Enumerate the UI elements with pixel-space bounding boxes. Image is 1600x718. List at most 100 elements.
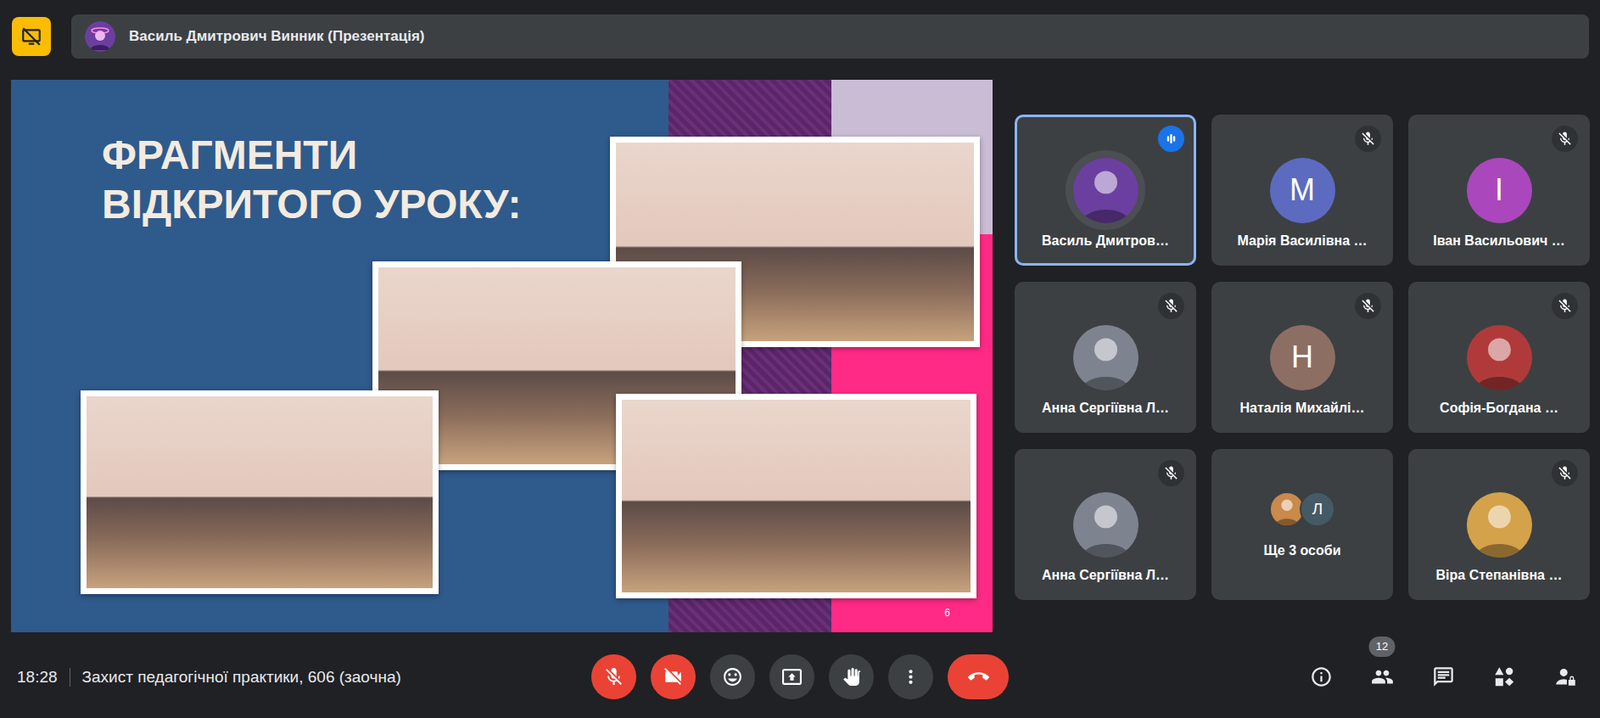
person-photo-icon	[1270, 492, 1304, 526]
mic-button[interactable]	[591, 654, 637, 700]
participant-name: Віра Степанівна …	[1426, 566, 1573, 584]
hand-button[interactable]	[828, 654, 874, 700]
participant-tile[interactable]: І Іван Васильович …	[1408, 114, 1590, 266]
mic-off-icon	[1359, 130, 1377, 147]
muted-badge	[1158, 459, 1185, 487]
participant-grid: Василь Дмитров… М Марія Василівна … І Іван В…	[1014, 114, 1590, 633]
participant-tile[interactable]: Н Наталія Михайлі…	[1211, 281, 1394, 433]
side-tools: 12	[1008, 656, 1600, 698]
participant-name: Анна Сергіївна Л…	[1031, 566, 1180, 584]
slide-title: ФРАГМЕНТИВІДКРИТОГО УРОКУ:	[101, 130, 669, 230]
emoji-button[interactable]	[710, 654, 756, 700]
bottom-bar: 18:28 Захист педагогічної практики, 606 (…	[0, 632, 1600, 718]
participant-avatar	[1073, 157, 1139, 224]
host-icon	[1554, 665, 1578, 689]
participant-name: Іван Васильович …	[1422, 232, 1575, 250]
meeting-info: 18:28 Захист педагогічної практики, 606 (…	[0, 667, 592, 687]
person-photo-icon	[1073, 492, 1139, 558]
participant-avatar: М	[1269, 157, 1336, 224]
speaking-bars-icon	[1163, 130, 1180, 147]
activities-icon	[1493, 665, 1517, 689]
meeting-stage: ФРАГМЕНТИВІДКРИТОГО УРОКУ: 6 Василь Дмитро…	[0, 79, 1600, 633]
presenter-photo-icon	[84, 21, 116, 52]
hand-icon	[840, 665, 862, 688]
avatar-ring	[1459, 317, 1539, 398]
presentation-off-icon	[20, 25, 43, 48]
participant-avatar	[1466, 324, 1533, 391]
muted-badge	[1551, 125, 1578, 152]
person-photo-icon	[1073, 324, 1139, 391]
muted-badge	[1354, 292, 1382, 319]
present-icon	[781, 665, 803, 688]
mic-off-icon	[1556, 130, 1573, 147]
participant-avatar: І	[1466, 157, 1533, 224]
chat-icon	[1432, 665, 1455, 689]
participant-tile[interactable]: Анна Сергіївна Л…	[1014, 448, 1197, 600]
top-bar: Василь Дмитрович Винник (Презентація)	[0, 0, 1600, 59]
group-avatar: Л	[1299, 491, 1336, 527]
camera-button[interactable]	[650, 654, 696, 700]
speaking-badge	[1158, 125, 1185, 152]
info-button[interactable]	[1300, 656, 1342, 698]
call-controls	[591, 654, 1009, 700]
mic-off-icon	[1556, 464, 1573, 482]
person-photo-icon	[1073, 157, 1139, 224]
chat-button[interactable]	[1422, 656, 1464, 698]
person-photo-icon	[1466, 492, 1533, 558]
presentation-toggle[interactable]	[11, 16, 51, 56]
avatar-ring	[1065, 317, 1146, 398]
participant-avatar	[1073, 492, 1139, 558]
more-participants-label: Ще 3 особи	[1264, 542, 1342, 560]
leave-button[interactable]	[947, 654, 1009, 700]
participant-tile[interactable]: Анна Сергіївна Л…	[1014, 281, 1197, 433]
participant-name: Василь Дмитров…	[1031, 232, 1180, 250]
camera-off-icon	[662, 665, 684, 688]
mic-off-icon	[1163, 464, 1180, 482]
separator	[69, 667, 71, 687]
group-avatars: Л	[1269, 491, 1336, 527]
emoji-icon	[721, 665, 744, 688]
participant-tile[interactable]: Софія-Богдана …	[1408, 281, 1590, 433]
person-photo-icon	[1466, 324, 1533, 391]
leave-icon	[967, 665, 990, 688]
avatar-ring	[1065, 150, 1146, 230]
meeting-name: Захист педагогічної практики, 606 (заочн…	[82, 667, 402, 687]
avatar-ring: Н	[1262, 317, 1343, 398]
people-icon	[1370, 665, 1394, 689]
presenter-avatar	[84, 21, 116, 52]
avatar-ring: І	[1459, 150, 1539, 230]
activities-button[interactable]	[1483, 656, 1525, 698]
slide-photo	[80, 390, 439, 594]
people-button[interactable]: 12	[1361, 656, 1403, 698]
presenter-bar: Василь Дмитрович Винник (Презентація)	[71, 14, 1589, 59]
more-icon	[900, 665, 922, 688]
mic-off-icon	[1556, 297, 1573, 314]
muted-badge	[1551, 292, 1578, 319]
participant-tile[interactable]: М Марія Василівна …	[1211, 114, 1394, 266]
presenter-title: Василь Дмитрович Винник (Презентація)	[128, 27, 425, 45]
info-icon	[1309, 665, 1333, 689]
participant-avatar: Н	[1269, 324, 1336, 391]
participant-avatar	[1466, 492, 1533, 558]
participant-tile[interactable]: Василь Дмитров…	[1014, 114, 1197, 266]
muted-badge	[1354, 125, 1382, 152]
present-button[interactable]	[769, 654, 815, 700]
avatar-ring	[1459, 484, 1539, 565]
slide-page-number: 6	[944, 606, 951, 619]
presentation-slide: ФРАГМЕНТИВІДКРИТОГО УРОКУ: 6	[11, 79, 993, 633]
mic-off-icon	[603, 665, 625, 688]
participant-name: Наталія Михайлі…	[1230, 399, 1376, 417]
clock: 18:28	[16, 667, 58, 687]
participant-count-badge: 12	[1369, 636, 1396, 657]
muted-badge	[1158, 292, 1185, 319]
participant-tile[interactable]: Л Ще 3 особи	[1211, 448, 1394, 600]
meet-window: Василь Дмитрович Винник (Презентація) ФРА…	[0, 0, 1600, 718]
participant-name: Марія Василівна …	[1226, 232, 1377, 250]
more-button[interactable]	[888, 654, 934, 700]
mic-off-icon	[1359, 297, 1377, 314]
participant-name: Софія-Богдана …	[1429, 399, 1569, 417]
avatar-ring: М	[1262, 150, 1343, 230]
participant-avatar	[1073, 324, 1139, 391]
host-button[interactable]	[1544, 656, 1586, 698]
participant-tile[interactable]: Віра Степанівна …	[1408, 448, 1590, 600]
